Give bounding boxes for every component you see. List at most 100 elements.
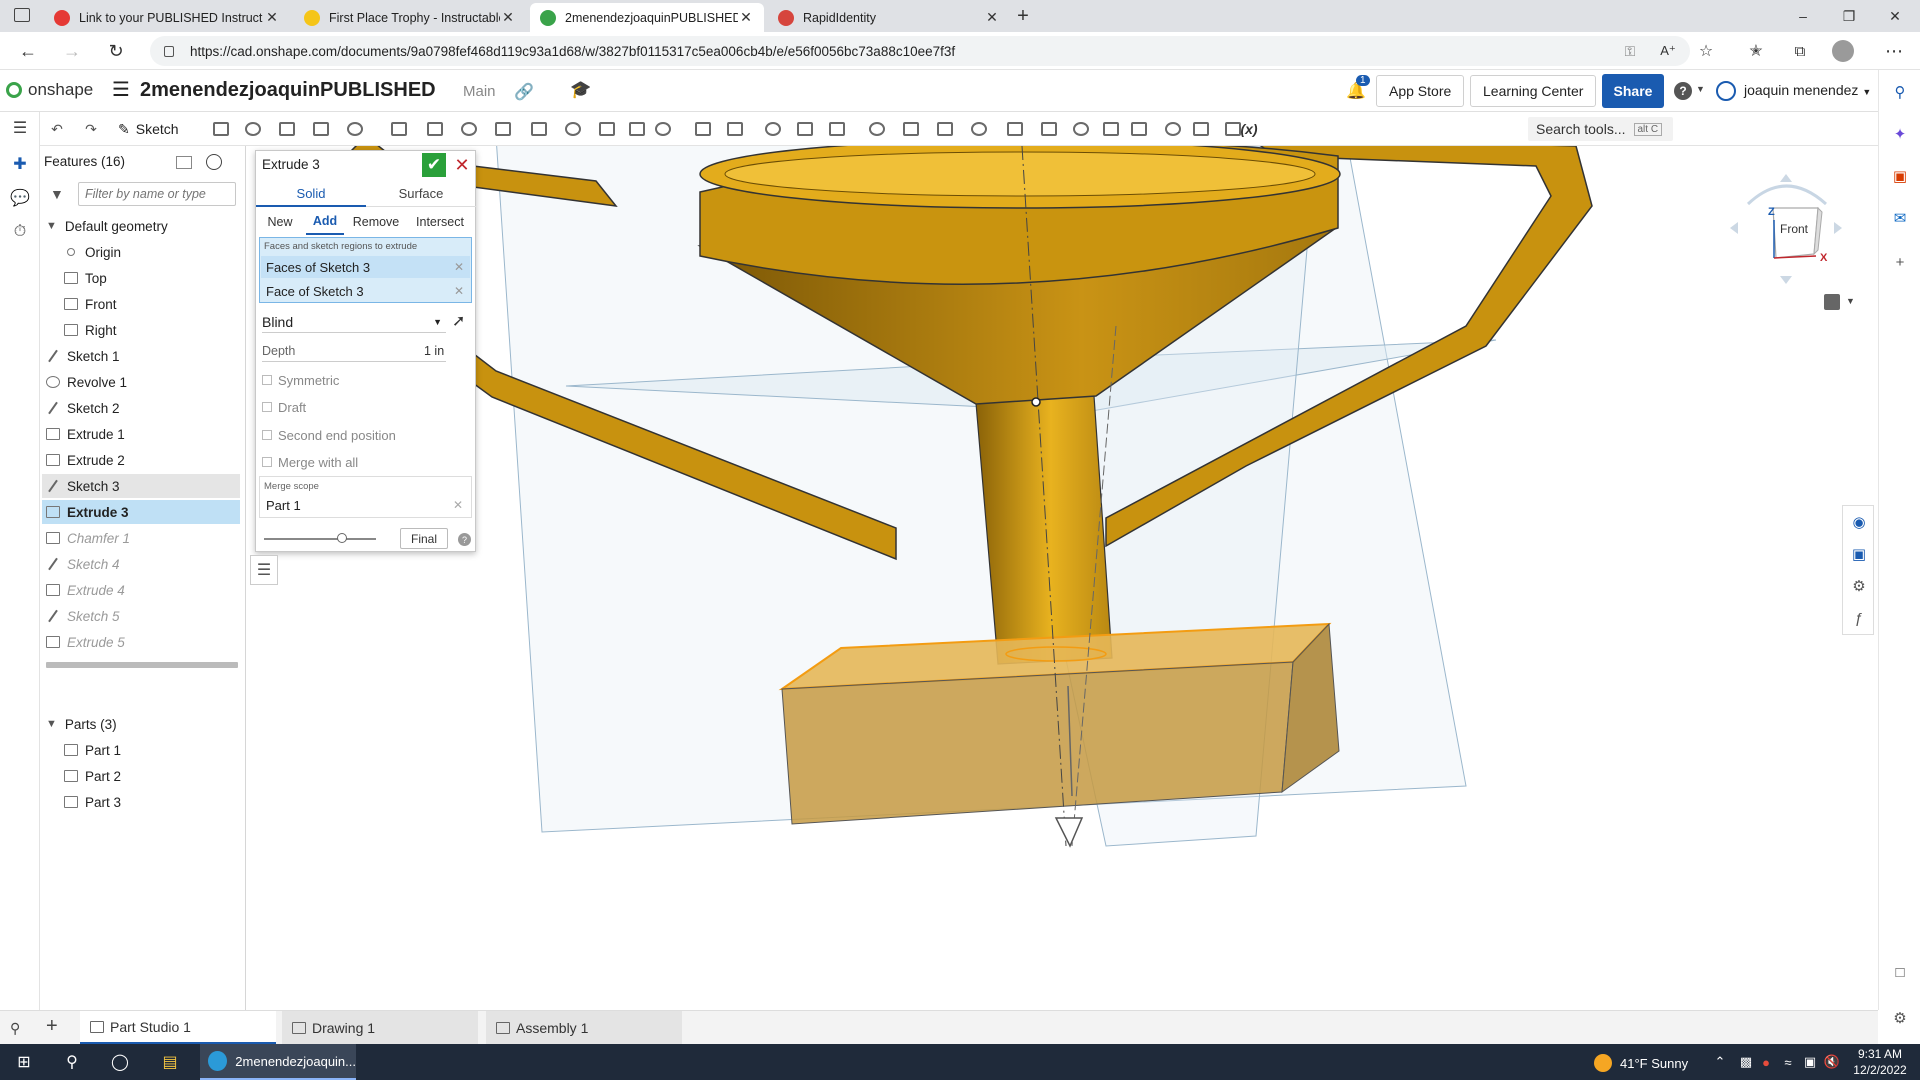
read-aloud-icon[interactable]: A⁺ — [1654, 38, 1682, 64]
remove-face-icon[interactable]: ✕ — [454, 260, 464, 274]
split-icon[interactable] — [626, 118, 648, 140]
feature-item-sketch-3[interactable]: Sketch 3 — [42, 474, 240, 498]
feature-item-extrude-4[interactable]: Extrude 4 — [42, 578, 240, 602]
element-tab-assembly-1[interactable]: Assembly 1 — [486, 1011, 682, 1044]
checkbox[interactable] — [262, 457, 272, 467]
final-button[interactable]: Final — [400, 528, 448, 549]
parts-group[interactable]: ▼ Parts (3) — [46, 712, 117, 736]
face-selection-item[interactable]: Faces of Sketch 3 ✕ — [261, 256, 470, 278]
variable-icon[interactable]: (x) — [1236, 118, 1262, 140]
tab-close-icon[interactable]: ✕ — [264, 9, 280, 26]
feature-tree-scrollbar[interactable] — [46, 662, 238, 668]
link-icon[interactable]: 🔗 — [514, 82, 534, 102]
remove-face-icon[interactable]: ✕ — [454, 284, 464, 298]
key-icon[interactable]: ⚿ — [1616, 38, 1644, 64]
view-mode-cube-icon[interactable] — [1824, 294, 1840, 310]
section-view-icon[interactable] — [1162, 118, 1184, 140]
shell-icon[interactable] — [528, 118, 550, 140]
sketch-button[interactable]: ✎ Sketch — [118, 118, 179, 140]
revolve-icon[interactable] — [242, 118, 264, 140]
extrude-icon[interactable] — [210, 118, 232, 140]
operation-add[interactable]: Add — [306, 209, 344, 235]
history-icon[interactable]: ⏱ — [8, 220, 32, 244]
loft-icon[interactable] — [310, 118, 332, 140]
education-cap-icon[interactable]: 🎓 — [570, 80, 591, 100]
feature-list-toggle-icon[interactable]: ☰ — [250, 555, 278, 585]
outlook-icon[interactable]: ✉ — [1890, 208, 1910, 228]
mass-properties-icon[interactable]: ⚙ — [1849, 576, 1869, 596]
display-icon[interactable]: ▣ — [1798, 1050, 1822, 1074]
minimize-button[interactable]: – — [1780, 0, 1826, 32]
option-second-end-position[interactable]: Second end position — [262, 426, 396, 444]
modify-fillet-icon[interactable] — [900, 118, 922, 140]
sweep-icon[interactable] — [276, 118, 298, 140]
plane-icon[interactable] — [794, 118, 816, 140]
replace-face-icon[interactable] — [968, 118, 990, 140]
fit-spline-icon[interactable] — [1070, 118, 1092, 140]
search-icon[interactable]: ⚲ — [1890, 82, 1910, 102]
remove-merge-scope-icon[interactable]: ✕ — [453, 498, 463, 512]
tab-close-icon[interactable]: ✕ — [984, 9, 1000, 26]
end-type-select[interactable]: Blind ▼ — [262, 311, 446, 333]
move-face-icon[interactable] — [934, 118, 956, 140]
operation-remove[interactable]: Remove — [348, 209, 404, 235]
operation-new[interactable]: New — [260, 209, 300, 235]
face-selection-item[interactable]: Face of Sketch 3 ✕ — [261, 280, 470, 302]
volume-muted-icon[interactable]: 🔇 — [1820, 1050, 1844, 1074]
weather-widget[interactable]: 41°F Sunny — [1594, 1054, 1688, 1072]
settings-gear-icon[interactable]: ⚙ — [1890, 1008, 1910, 1028]
app-store-button[interactable]: App Store — [1376, 75, 1465, 107]
option-draft[interactable]: Draft — [262, 398, 306, 416]
feature-item-revolve-1[interactable]: Revolve 1 — [42, 370, 240, 394]
body-type-solid[interactable]: Solid — [256, 181, 366, 207]
feature-item-sketch-1[interactable]: Sketch 1 — [42, 344, 240, 368]
view-cube[interactable]: Front Z X — [1726, 168, 1846, 288]
office-icon[interactable]: ▣ — [1890, 166, 1910, 186]
feature-item-extrude-2[interactable]: Extrude 2 — [42, 448, 240, 472]
taskbar-clock[interactable]: 9:31 AM 12/2/2022 — [1850, 1046, 1910, 1078]
back-button[interactable]: ← — [14, 38, 42, 64]
tray-app-icon[interactable]: ● — [1754, 1050, 1778, 1074]
close-window-button[interactable]: ✕ — [1872, 0, 1918, 32]
part-item[interactable]: Part 1 — [64, 738, 121, 762]
feature-list-icon[interactable]: ☰ — [8, 116, 32, 140]
flip-direction-icon[interactable]: ➚ — [452, 311, 465, 331]
transform-icon[interactable] — [652, 118, 674, 140]
tab-close-icon[interactable]: ✕ — [738, 9, 754, 26]
fillet-icon[interactable] — [388, 118, 410, 140]
rollback-slider[interactable] — [264, 533, 376, 543]
windows-start-icon[interactable]: ⊞ — [12, 1050, 36, 1074]
offset-surface-icon[interactable] — [1004, 118, 1026, 140]
browser-tab[interactable]: Link to your PUBLISHED Instruct ✕ — [44, 3, 290, 32]
dialog-help-icon[interactable]: ? — [458, 533, 471, 546]
add-sidebar-icon[interactable]: + — [1890, 252, 1910, 272]
graphics-viewport[interactable]: Front Z X ▼ — [246, 146, 1878, 1010]
favorites-icon[interactable]: ✭ — [1742, 38, 1770, 64]
cancel-close-button[interactable]: ✕ — [450, 153, 474, 177]
redo-icon[interactable]: ↷ — [80, 118, 102, 140]
default-geometry-group[interactable]: ▼ Default geometry — [46, 214, 168, 238]
share-button[interactable]: Share — [1602, 74, 1664, 108]
learning-center-button[interactable]: Learning Center — [1470, 75, 1597, 107]
measure-icon[interactable] — [1100, 118, 1122, 140]
rib-icon[interactable] — [492, 118, 514, 140]
geometry-item-origin[interactable]: Origin — [64, 240, 121, 264]
pattern-icon[interactable] — [724, 118, 746, 140]
forward-button[interactable]: → — [58, 38, 86, 64]
mirror-icon[interactable] — [692, 118, 714, 140]
help-chevron-down-icon[interactable]: ▼ — [1696, 84, 1705, 94]
insert-icon[interactable]: ✚ — [8, 152, 32, 176]
reload-button[interactable]: ↻ — [102, 38, 130, 64]
add-folder-icon[interactable] — [176, 156, 192, 169]
helix-icon[interactable] — [762, 118, 784, 140]
part-item[interactable]: Part 2 — [64, 764, 121, 788]
checkbox[interactable] — [262, 402, 272, 412]
feature-item-sketch-5[interactable]: Sketch 5 — [42, 604, 240, 628]
add-tab-icon[interactable]: + — [46, 1015, 58, 1038]
browser-tab[interactable]: RapidIdentity ✕ — [768, 3, 1010, 32]
feature-item-sketch-4[interactable]: Sketch 4 — [42, 552, 240, 576]
file-explorer-icon[interactable]: ▤ — [158, 1050, 182, 1074]
task-view-icon[interactable]: ◯ — [108, 1050, 132, 1074]
named-views-icon[interactable] — [1190, 118, 1212, 140]
faces-selection-box[interactable]: Faces and sketch regions to extrude Face… — [259, 237, 472, 303]
